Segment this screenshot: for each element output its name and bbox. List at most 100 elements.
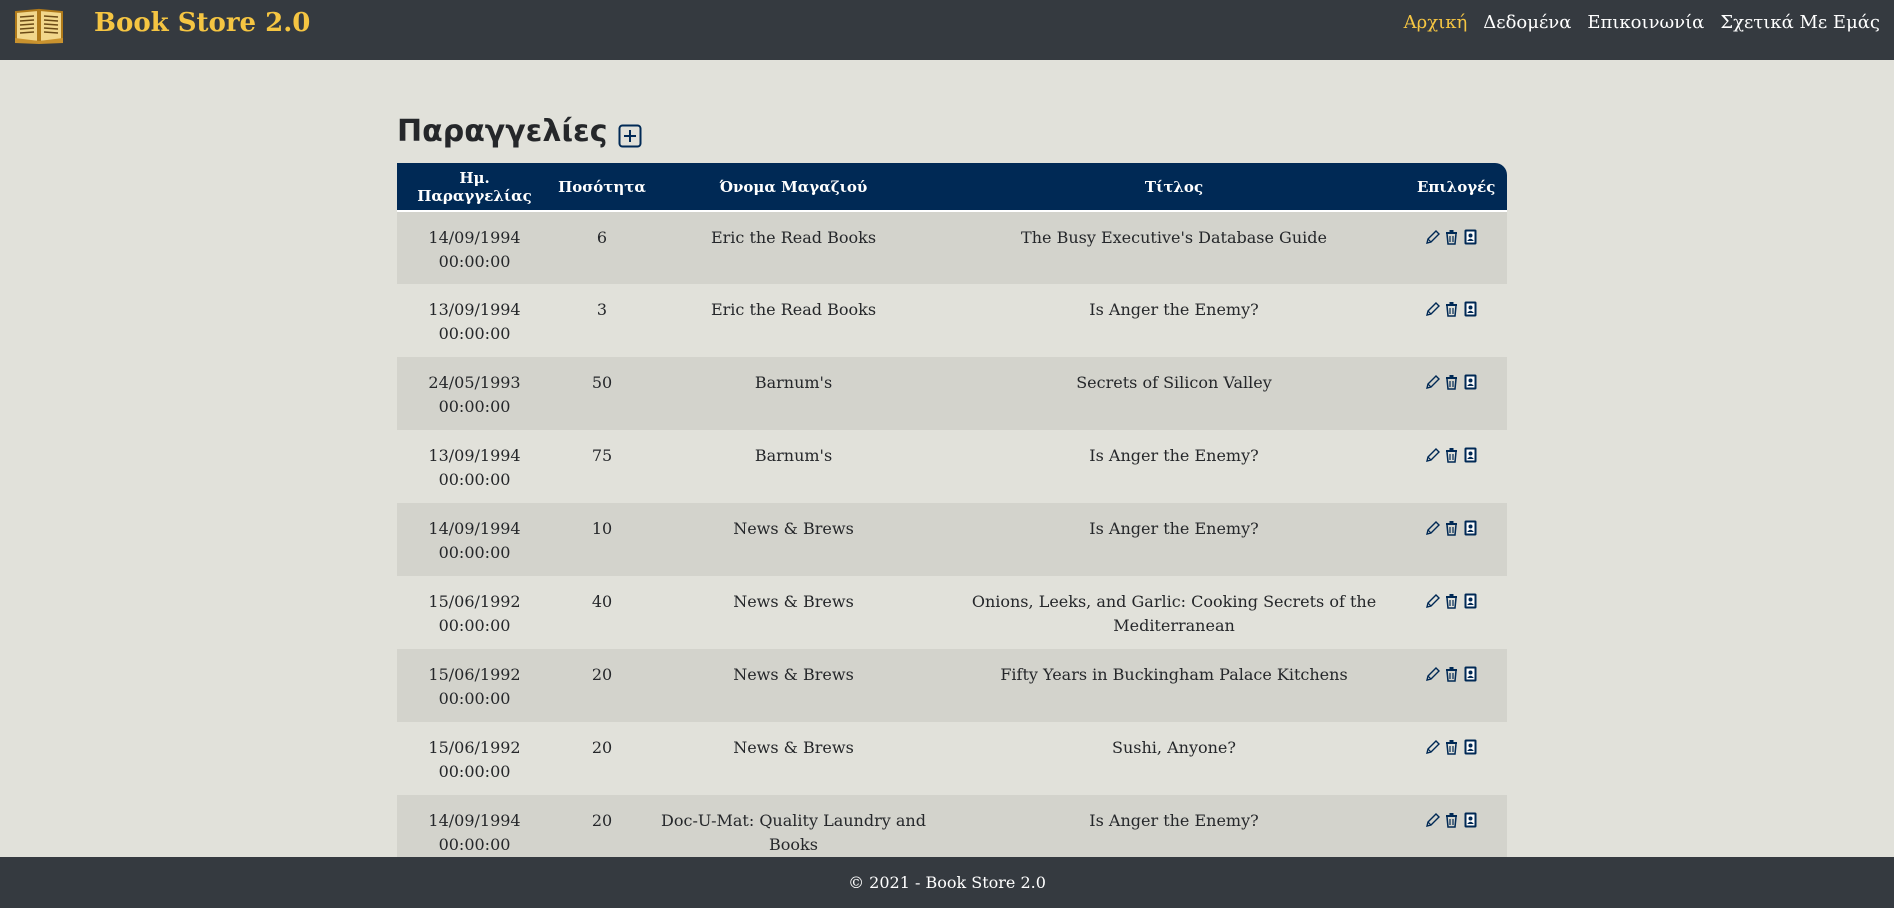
header-store-name[interactable]: Όνομα Μαγαζιού: [652, 163, 935, 212]
cell-actions: [1413, 795, 1507, 857]
pencil-icon[interactable]: [1424, 228, 1441, 246]
order-date: 15/06/1992: [428, 592, 521, 611]
navbar: Book Store 2.0 Αρχική Δεδομένα Επικοινων…: [0, 0, 1894, 60]
order-time: 00:00:00: [438, 689, 511, 708]
cell-order-date: 14/09/1994 00:00:00: [397, 795, 552, 857]
pencil-icon[interactable]: [1424, 300, 1441, 318]
contact-book-icon[interactable]: [1462, 665, 1479, 683]
pencil-icon[interactable]: [1424, 665, 1441, 683]
nav-link-home[interactable]: Αρχική: [1404, 12, 1468, 33]
footer-copyright: © 2021 - Book Store 2.0: [848, 873, 1046, 892]
cell-quantity: 3: [596, 300, 608, 319]
trash-icon[interactable]: [1443, 811, 1460, 829]
cell-quantity: 10: [591, 519, 613, 538]
header-options: Επιλογές: [1413, 163, 1507, 212]
cell-order-date: 13/09/1994 00:00:00: [397, 430, 552, 503]
cell-actions: [1413, 430, 1507, 503]
cell-title: Is Anger the Enemy?: [1089, 811, 1259, 830]
cell-store-name: Barnum's: [754, 373, 833, 392]
trash-icon[interactable]: [1443, 738, 1460, 756]
cell-store-name: News & Brews: [733, 519, 854, 538]
cell-quantity: 20: [591, 665, 613, 684]
cell-actions: [1413, 357, 1507, 430]
cell-store-name: News & Brews: [733, 738, 854, 757]
table-row: 14/09/1994 00:00:00 20 Doc-U-Mat: Quality L…: [397, 795, 1507, 857]
trash-icon[interactable]: [1443, 228, 1460, 246]
table-row: 15/06/1992 00:00:00 20 News & Brews Sushi, A…: [397, 722, 1507, 795]
page-title: Παραγγελίες: [397, 114, 608, 149]
cell-order-date: 15/06/1992 00:00:00: [397, 649, 552, 722]
nav-link-contact[interactable]: Επικοινωνία: [1587, 12, 1704, 33]
order-date: 14/09/1994: [428, 519, 521, 538]
contact-book-icon[interactable]: [1462, 446, 1479, 464]
cell-quantity: 20: [591, 811, 613, 830]
contact-book-icon[interactable]: [1462, 300, 1479, 318]
cell-store-name: News & Brews: [733, 665, 854, 684]
open-book-icon[interactable]: [14, 6, 64, 44]
brand-title[interactable]: Book Store 2.0: [94, 8, 310, 38]
order-date: 14/09/1994: [428, 811, 521, 830]
cell-store-name: Doc-U-Mat: Quality Laundry and Books: [661, 811, 926, 854]
order-date: 13/09/1994: [428, 300, 521, 319]
order-time: 00:00:00: [438, 470, 511, 489]
cell-actions: [1413, 576, 1507, 649]
table-row: 13/09/1994 00:00:00 75 Barnum's Is Anger the…: [397, 430, 1507, 503]
cell-order-date: 15/06/1992 00:00:00: [397, 722, 552, 795]
cell-store-name: Barnum's: [754, 446, 833, 465]
order-time: 00:00:00: [438, 324, 511, 343]
pencil-icon[interactable]: [1424, 519, 1441, 537]
header-quantity[interactable]: Ποσότητα: [552, 163, 652, 212]
table-row: 14/09/1994 00:00:00 6 Eric the Read Books Th…: [397, 211, 1507, 284]
nav-links: Αρχική Δεδομένα Επικοινωνία Σχετικά Με Ε…: [1404, 12, 1880, 33]
cell-title: Sushi, Anyone?: [1112, 738, 1236, 757]
orders-table-container: Ημ. Παραγγελίας Ποσότητα Όνομα Μαγαζιού …: [397, 163, 1507, 857]
cell-title: Is Anger the Enemy?: [1089, 519, 1259, 538]
cell-order-date: 15/06/1992 00:00:00: [397, 576, 552, 649]
table-row: 14/09/1994 00:00:00 10 News & Brews Is Anger…: [397, 503, 1507, 576]
footer: © 2021 - Book Store 2.0: [0, 857, 1894, 908]
table-header-row: Ημ. Παραγγελίας Ποσότητα Όνομα Μαγαζιού …: [397, 163, 1507, 212]
pencil-icon[interactable]: [1424, 592, 1441, 610]
cell-actions: [1413, 503, 1507, 576]
orders-table-body: 14/09/1994 00:00:00 6 Eric the Read Books Th…: [397, 211, 1507, 857]
cell-quantity: 6: [596, 228, 608, 247]
pencil-icon[interactable]: [1424, 373, 1441, 391]
contact-book-icon[interactable]: [1462, 373, 1479, 391]
cell-order-date: 13/09/1994 00:00:00: [397, 284, 552, 357]
trash-icon[interactable]: [1443, 519, 1460, 537]
order-time: 00:00:00: [438, 397, 511, 416]
cell-quantity: 20: [591, 738, 613, 757]
trash-icon[interactable]: [1443, 592, 1460, 610]
contact-book-icon[interactable]: [1462, 228, 1479, 246]
cell-title: Is Anger the Enemy?: [1089, 446, 1259, 465]
pencil-icon[interactable]: [1424, 738, 1441, 756]
trash-icon[interactable]: [1443, 373, 1460, 391]
nav-link-about[interactable]: Σχετικά Με Εμάς: [1720, 12, 1880, 33]
order-date: 14/09/1994: [428, 228, 521, 247]
cell-title: Fifty Years in Buckingham Palace Kitchen…: [1000, 665, 1348, 684]
table-row: 15/06/1992 00:00:00 40 News & Brews Onions, …: [397, 576, 1507, 649]
header-title[interactable]: Τίτλος: [935, 163, 1413, 212]
trash-icon[interactable]: [1443, 665, 1460, 683]
plus-square-icon[interactable]: [618, 124, 642, 148]
order-time: 00:00:00: [438, 762, 511, 781]
contact-book-icon[interactable]: [1462, 811, 1479, 829]
contact-book-icon[interactable]: [1462, 519, 1479, 537]
header-order-date[interactable]: Ημ. Παραγγελίας: [397, 163, 552, 212]
pencil-icon[interactable]: [1424, 811, 1441, 829]
pencil-icon[interactable]: [1424, 446, 1441, 464]
contact-book-icon[interactable]: [1462, 592, 1479, 610]
orders-table: Ημ. Παραγγελίας Ποσότητα Όνομα Μαγαζιού …: [397, 163, 1507, 857]
cell-actions: [1413, 722, 1507, 795]
nav-link-data[interactable]: Δεδομένα: [1483, 12, 1571, 33]
trash-icon[interactable]: [1443, 446, 1460, 464]
cell-store-name: Eric the Read Books: [710, 228, 877, 247]
order-time: 00:00:00: [438, 543, 511, 562]
cell-store-name: News & Brews: [733, 592, 854, 611]
order-time: 00:00:00: [438, 616, 511, 635]
cell-order-date: 14/09/1994 00:00:00: [397, 503, 552, 576]
table-row: 15/06/1992 00:00:00 20 News & Brews Fifty Ye…: [397, 649, 1507, 722]
trash-icon[interactable]: [1443, 300, 1460, 318]
contact-book-icon[interactable]: [1462, 738, 1479, 756]
cell-actions: [1413, 211, 1507, 284]
